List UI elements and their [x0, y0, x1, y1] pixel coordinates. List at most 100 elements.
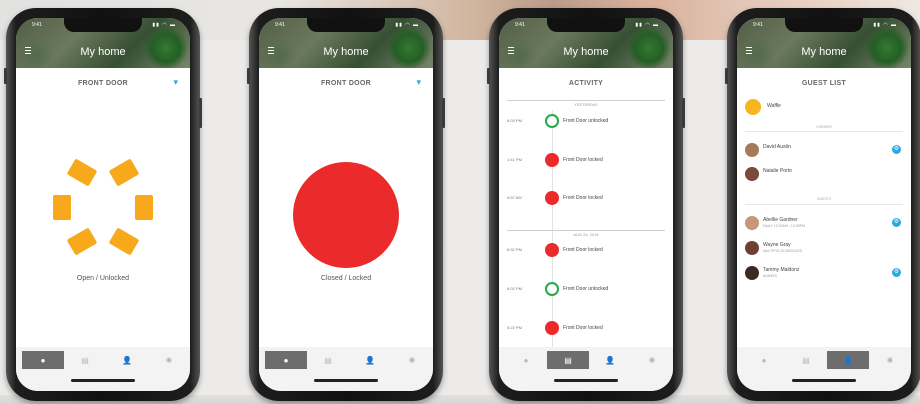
wifi-icon[interactable]: ▾ [173, 77, 178, 88]
tab-home[interactable]: ● [505, 351, 547, 369]
locked-status-icon [545, 191, 559, 205]
tab-home[interactable]: ● [22, 351, 64, 369]
locked-circle-button[interactable] [293, 162, 399, 268]
settings-badge-icon[interactable]: ⚙ [892, 145, 901, 154]
screen: 9:41 ▮▮ ◠ ▬ My home ACTIVITY YESTERDAY 6… [499, 18, 673, 391]
locked-status-icon [545, 153, 559, 167]
status-time: 9:41 [32, 22, 42, 28]
tab-settings[interactable]: ✺ [869, 351, 911, 369]
tab-bar: ● ▤ 👤 ✺ [16, 347, 190, 391]
phone-locked: 9:41 ▮▮ ◠ ▬ My home FRONT DOOR ▾ Closed … [247, 8, 445, 401]
section-label: OWNERS [816, 125, 832, 129]
phone-guest-list: 9:41 ▮▮ ◠ ▬ My home GUEST LIST Waffle OW… [725, 8, 920, 401]
guests-icon: 👤 [365, 355, 375, 365]
list-item[interactable]: Natalie Porto [737, 166, 911, 184]
avatar [745, 241, 759, 255]
tab-guests[interactable]: 👤 [106, 351, 148, 369]
avatar [745, 266, 759, 280]
locked-status-icon [545, 321, 559, 335]
list-item[interactable]: Tammy Maldonz ALWAYS ⚙ [737, 265, 911, 283]
tab-history[interactable]: ▤ [307, 351, 349, 369]
history-icon: ▤ [81, 355, 89, 365]
section-title: ACTIVITY [568, 80, 604, 87]
event-text: Front Door unlocked [563, 286, 609, 292]
history-icon: ▤ [564, 355, 572, 365]
settings-icon: ✺ [408, 355, 416, 365]
guest-name: David Austin [763, 144, 791, 150]
tab-history[interactable]: ▤ [785, 351, 827, 369]
screen: 9:41 ▮▮ ◠ ▬ My home FRONT DOOR ▾ Open / … [16, 18, 190, 391]
divider [745, 204, 903, 205]
phone-unlocked: 9:41 ▮▮ ◠ ▬ My home FRONT DOOR ▾ Open / … [4, 8, 202, 401]
screen: 9:41 ▮▮ ◠ ▬ My home GUEST LIST Waffle OW… [737, 18, 911, 391]
wifi-icon[interactable]: ▾ [416, 77, 421, 88]
event-time: 8:32 PM [507, 247, 522, 252]
tab-settings[interactable]: ✺ [148, 351, 190, 369]
activity-event[interactable]: 5:22 PM Front Door locked [499, 321, 673, 335]
guests-icon: 👤 [605, 355, 615, 365]
guest-name: Natalie Porto [763, 168, 792, 174]
owner-name: Waffle [767, 103, 781, 109]
event-text: Front Door locked [563, 247, 603, 253]
home-indicator [314, 379, 378, 382]
tab-guests[interactable]: 👤 [349, 351, 391, 369]
event-time: 6:03 PM [507, 118, 522, 123]
activity-event[interactable]: 1:41 PM Front Door locked [499, 153, 673, 167]
app-title: My home [563, 46, 609, 58]
unlocked-spinner-icon[interactable] [53, 155, 153, 256]
section-label: GUESTS [816, 197, 832, 201]
tab-settings[interactable]: ✺ [391, 351, 433, 369]
home-icon: ● [523, 355, 529, 365]
notch [307, 18, 385, 32]
tab-bar: ● ▤ 👤 ✺ [259, 347, 433, 391]
owner-avatar [745, 99, 761, 115]
history-icon: ▤ [324, 355, 332, 365]
avatar [745, 216, 759, 230]
tab-guests[interactable]: 👤 [827, 351, 869, 369]
activity-event[interactable]: 6:02 PM Front Door unlocked [499, 282, 673, 296]
event-text: Front Door locked [563, 325, 603, 331]
guest-schedule: ALWAYS [763, 274, 777, 278]
list-item[interactable]: Abellie Gardner DAILY 12:30AM - 12:30PM … [737, 215, 911, 233]
avatar [745, 167, 759, 181]
lock-status-caption: Closed / Locked [320, 275, 372, 282]
list-item[interactable]: Wayne Gray MULTIPLE SCHEDULES [737, 240, 911, 258]
owner-row[interactable]: Waffle [737, 98, 911, 116]
day-header: YESTERDAY [507, 100, 665, 108]
avatar [745, 143, 759, 157]
section-title: FRONT DOOR [320, 80, 372, 87]
event-text: Front Door locked [563, 195, 603, 201]
settings-icon: ✺ [648, 355, 656, 365]
notch [64, 18, 142, 32]
settings-badge-icon[interactable]: ⚙ [892, 268, 901, 277]
list-item[interactable]: David Austin ⚙ [737, 142, 911, 160]
day-header: AUG 24, 2016 [507, 230, 665, 238]
status-icons: ▮▮ ◠ ▬ [873, 22, 897, 28]
section-title: FRONT DOOR [77, 80, 129, 87]
status-icons: ▮▮ ◠ ▬ [395, 22, 419, 28]
guest-name: Tammy Maldonz [763, 267, 800, 273]
guests-icon: 👤 [122, 355, 132, 365]
activity-event[interactable]: 6:03 PM Front Door unlocked [499, 114, 673, 128]
section-title: GUEST LIST [801, 80, 847, 87]
guest-name: Wayne Gray [763, 242, 791, 248]
tab-home[interactable]: ● [743, 351, 785, 369]
tab-settings[interactable]: ✺ [631, 351, 673, 369]
event-text: Front Door locked [563, 157, 603, 163]
status-time: 9:41 [515, 22, 525, 28]
tab-home[interactable]: ● [265, 351, 307, 369]
settings-badge-icon[interactable]: ⚙ [892, 218, 901, 227]
home-indicator [554, 379, 618, 382]
home-icon: ● [40, 355, 46, 365]
tab-history[interactable]: ▤ [547, 351, 589, 369]
app-title: My home [801, 46, 847, 58]
activity-event[interactable]: 8:32 PM Front Door locked [499, 243, 673, 257]
activity-event[interactable]: 9:57 AM Front Door locked [499, 191, 673, 205]
app-title: My home [323, 46, 369, 58]
tab-history[interactable]: ▤ [64, 351, 106, 369]
divider [745, 131, 903, 132]
event-time: 6:02 PM [507, 286, 522, 291]
status-icons: ▮▮ ◠ ▬ [152, 22, 176, 28]
tab-guests[interactable]: 👤 [589, 351, 631, 369]
unlocked-status-icon [545, 282, 559, 296]
